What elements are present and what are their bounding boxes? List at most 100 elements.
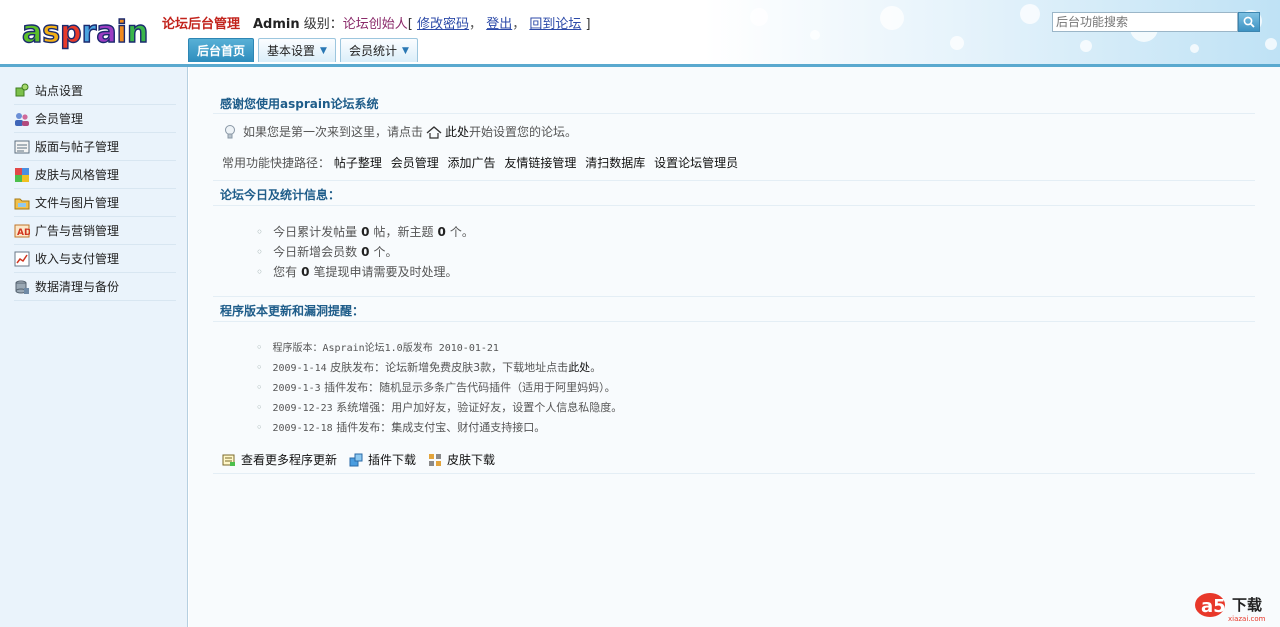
update-text: 插件发布：随机显示多条广告代码插件（适用于阿里妈妈）。 [320,381,616,394]
users-icon [14,111,30,127]
board-icon [14,139,30,155]
stat-text: 您有 [273,265,298,279]
stats-list: 今日累计发帖量0帖，新主题0个。 今日新增会员数0个。 您有0笔提现申请需要及时… [256,222,474,282]
posts-count: 0 [361,225,370,239]
header-decoration [720,0,1280,64]
link-label: 查看更多程序更新 [241,453,338,467]
shortcut-member-manage[interactable]: 会员管理 [391,156,439,170]
back-to-forum-link[interactable]: 回到论坛 [529,17,581,32]
sidebar-item-boards-posts[interactable]: 版面与帖子管理 [14,133,176,161]
shortcuts-bar: 常用功能快捷路径： 帖子整理 会员管理 添加广告 友情链接管理 清扫数据库 设置… [222,154,743,171]
main-content: 感谢您使用asprain论坛系统 如果您是第一次来到这里，请点击 此处 开始设置… [189,67,1280,627]
list-item: 今日新增会员数0个。 [256,242,474,262]
separator: ， [512,17,526,32]
setup-icon [426,125,442,139]
list-item: 您有0笔提现申请需要及时处理。 [256,262,474,282]
sidebar-item-label: 广告与营销管理 [35,224,120,238]
sidebar-item-income-payment[interactable]: 收入与支付管理 [14,245,176,273]
sidebar-item-members[interactable]: 会员管理 [14,105,176,133]
search-icon [1243,16,1255,28]
chevron-down-icon: ▼ [320,45,327,56]
setup-here-link[interactable]: 此处 [445,123,469,140]
tip-text: 开始设置您的论坛。 [469,125,578,139]
stat-text: 帖，新主题 [373,225,434,239]
list-item: 2009-1-14 皮肤发布：论坛新增免费皮肤3款，下载地址点击此处。 [256,358,622,378]
sidebar-item-label: 收入与支付管理 [35,252,120,266]
update-text: 。 [590,361,602,374]
welcome-title: 感谢您使用asprain论坛系统 [220,97,379,111]
separator: ， [469,17,483,32]
sidebar-item-files-images[interactable]: 文件与图片管理 [14,189,176,217]
divider [213,473,1255,474]
sidebar-item-ads-marketing[interactable]: AD 广告与营销管理 [14,217,176,245]
update-date: 2009-12-18 [272,423,333,434]
tab-basic-settings[interactable]: 基本设置 ▼ [258,38,336,62]
watermark-sub: xiazai.com [1228,615,1266,623]
link-label: 皮肤下载 [447,453,496,467]
shortcut-clean-database[interactable]: 清扫数据库 [585,156,645,170]
asprain-logo[interactable]: asprain [20,6,162,54]
search-button[interactable] [1238,12,1260,32]
chevron-down-icon: ▼ [401,45,409,56]
sidebar-item-data-cleanup-backup[interactable]: 数据清理与备份 [14,273,176,301]
sidebar-item-label: 皮肤与风格管理 [35,168,120,182]
skin-download-here-link[interactable]: 此处 [568,361,590,374]
change-password-link[interactable]: 修改密码 [417,17,469,32]
stat-text: 笔提现申请需要及时处理。 [313,265,458,279]
plugin-download-link[interactable]: 插件下载 [349,451,416,468]
puzzle-icon [14,83,30,99]
sidebar-item-label: 会员管理 [35,112,84,126]
new-members-count: 0 [361,245,370,259]
user-bar: Admin 级别：论坛创始人[ 修改密码， 登出， 回到论坛 ] [253,13,591,32]
database-icon [14,279,30,295]
update-text: 系统增强：用户加好友，验证好友，设置个人信息私隐度。 [332,401,623,414]
withdrawals-count: 0 [301,265,310,279]
more-updates-link[interactable]: 查看更多程序更新 [222,451,337,468]
svg-text:AD: AD [17,228,30,238]
sidebar: 站点设置 会员管理 版面与帖子管理 皮肤与风格管理 文件与图片管理 AD 广告与… [0,67,188,627]
shortcut-friend-links[interactable]: 友情链接管理 [504,156,576,170]
topics-count: 0 [437,225,446,239]
tab-label: 基本设置 [267,44,316,58]
news-icon [222,453,236,467]
sidebar-item-label: 文件与图片管理 [35,196,120,210]
shortcut-add-ad[interactable]: 添加广告 [448,156,496,170]
palette-icon [14,167,30,183]
list-item: 2009-1-3 插件发布：随机显示多条广告代码插件（适用于阿里妈妈）。 [256,378,622,398]
link-label: 插件下载 [368,453,417,467]
tab-label: 后台首页 [197,44,246,58]
sidebar-item-label: 版面与帖子管理 [35,140,120,154]
sidebar-item-skins-styles[interactable]: 皮肤与风格管理 [14,161,176,189]
skin-download-link[interactable]: 皮肤下载 [428,451,495,468]
bracket: [ [407,17,413,32]
update-text: 皮肤发布：论坛新增免费皮肤3款，下载地址点击 [326,361,569,374]
stat-text: 个。 [449,225,474,239]
tab-admin-home[interactable]: 后台首页 [188,38,255,62]
grid-icon [428,453,442,467]
admin-search [1052,12,1260,32]
first-visit-tip: 如果您是第一次来到这里，请点击 此处 开始设置您的论坛。 [222,123,577,140]
shortcut-set-admins[interactable]: 设置论坛管理员 [654,156,738,170]
stat-text: 个。 [373,245,398,259]
sidebar-item-site-settings[interactable]: 站点设置 [14,77,176,105]
divider [213,296,1255,297]
shortcuts-label: 常用功能快捷路径： [222,156,331,170]
sidebar-item-label: 数据清理与备份 [35,280,120,294]
chart-icon [14,251,30,267]
updates-title: 程序版本更新和漏洞提醒： [220,304,365,318]
svg-text:asprain: asprain [22,15,148,50]
update-date: 2009-1-14 [272,363,327,374]
stat-text: 今日新增会员数 [273,245,358,259]
top-tabs: 后台首页 基本设置 ▼ 会员统计 ▼ [188,38,418,62]
plugin-icon [349,453,363,467]
stats-title: 论坛今日及统计信息： [220,188,341,202]
svg-text:a5: a5 [1201,596,1226,617]
username: Admin [253,17,300,32]
shortcut-post-organize[interactable]: 帖子整理 [334,156,382,170]
search-input[interactable] [1052,12,1238,32]
tab-member-stats[interactable]: 会员统计 ▼ [339,38,418,62]
logout-link[interactable]: 登出 [486,17,512,32]
list-item: 2009-12-18 插件发布：集成支付宝、财付通支持接口。 [256,418,622,438]
ad-icon: AD [14,223,30,239]
update-text: 程序版本：Asprain论坛1.0版发布 2010-01-21 [272,343,499,354]
